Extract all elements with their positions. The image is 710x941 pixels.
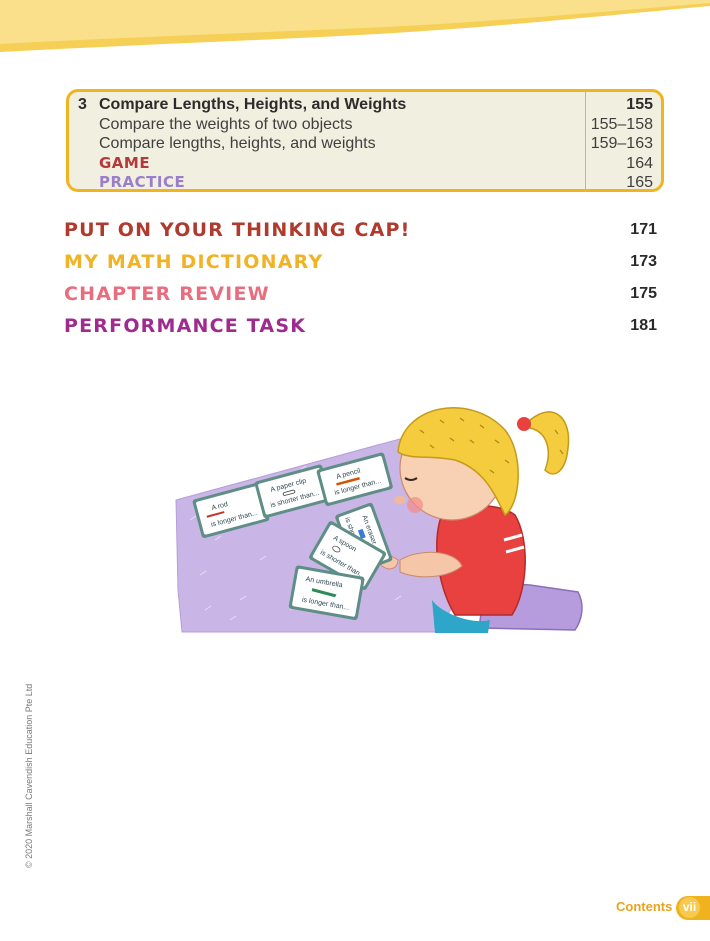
- footer-page-number: vii: [679, 897, 700, 918]
- lesson-title: Compare Lengths, Heights, and Weights: [99, 96, 407, 113]
- copyright-notice: © 2020 Marshall Cavendish Education Pte …: [24, 683, 34, 868]
- toc-entry-thinking-cap[interactable]: PUT ON YOUR THINKING CAP! 171: [64, 217, 657, 243]
- page-column-divider: [585, 92, 586, 189]
- lesson-item-compare-page: 159–163: [590, 135, 653, 152]
- top-wave-banner: [0, 0, 710, 52]
- lesson-page: 155: [626, 96, 653, 113]
- lesson-box: 3 Compare Lengths, Heights, and Weights C…: [66, 89, 664, 192]
- toc-entry-title: PERFORMANCE TASK: [64, 315, 307, 337]
- toc-entry-title: PUT ON YOUR THINKING CAP!: [64, 219, 411, 241]
- lesson-number: 3: [78, 96, 87, 113]
- girl-with-cards-illustration: A rod is longer than... A paper clip is …: [175, 407, 583, 633]
- lesson-item-weights[interactable]: Compare the weights of two objects: [78, 115, 406, 135]
- lesson-item-game-page: 164: [626, 154, 653, 172]
- lesson-item-compare[interactable]: Compare lengths, heights, and weights: [78, 134, 406, 154]
- lesson-item-game[interactable]: GAME: [99, 154, 150, 172]
- lesson-heading[interactable]: 3 Compare Lengths, Heights, and Weights: [78, 95, 406, 115]
- footer-contents-label: Contents: [616, 899, 673, 914]
- lesson-item-practice[interactable]: PRACTICE: [99, 173, 185, 191]
- toc-entry-page: 175: [630, 285, 657, 302]
- lesson-item-weights-page: 155–158: [590, 115, 653, 133]
- toc-entry-math-dictionary[interactable]: MY MATH DICTIONARY 173: [64, 249, 657, 275]
- toc-entry-page: 181: [630, 317, 657, 334]
- toc-entry-page: 171: [630, 221, 657, 238]
- toc-entry-chapter-review[interactable]: CHAPTER REVIEW 175: [64, 281, 657, 307]
- lesson-item-practice-page: 165: [626, 174, 653, 191]
- toc-entry-page: 173: [630, 253, 657, 270]
- toc-entry-title: CHAPTER REVIEW: [64, 283, 270, 305]
- toc-entry-title: MY MATH DICTIONARY: [64, 251, 324, 273]
- toc-entry-performance-task[interactable]: PERFORMANCE TASK 181: [64, 313, 657, 339]
